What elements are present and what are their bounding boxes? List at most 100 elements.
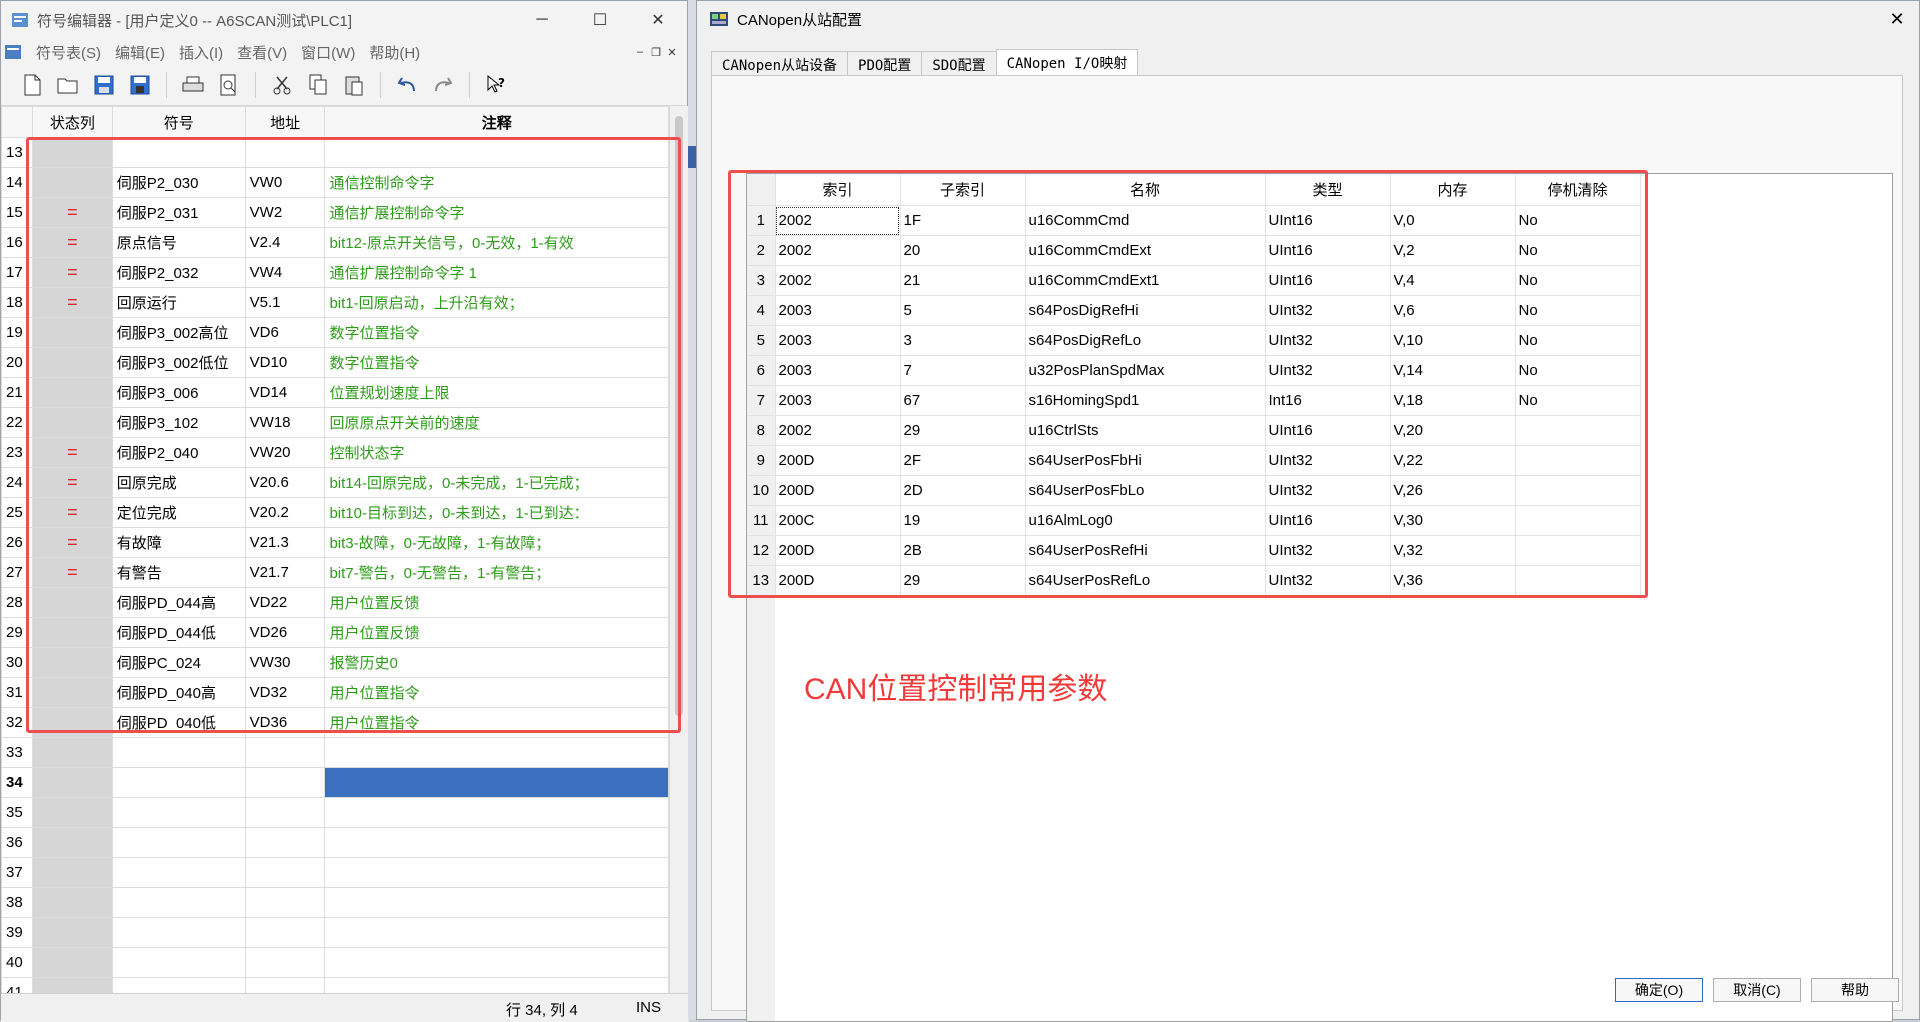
minimize-icon[interactable]: ─: [513, 1, 571, 39]
table-row[interactable]: 41: [1, 977, 669, 993]
index-cell[interactable]: 2003: [775, 325, 901, 356]
name-cell[interactable]: s64UserPosFbHi: [1025, 445, 1266, 476]
table-row[interactable]: 3 2002 21 u16CommCmdExt1 UInt16 V,4 No: [747, 265, 1641, 296]
symbol-cell[interactable]: 定位完成: [111, 497, 246, 528]
address-cell[interactable]: [244, 887, 326, 918]
memory-cell[interactable]: V,10: [1390, 325, 1516, 356]
menu-help[interactable]: 帮助(H): [362, 42, 427, 63]
status-cell[interactable]: [31, 167, 113, 198]
status-cell[interactable]: =: [31, 557, 113, 588]
cut-icon[interactable]: [269, 72, 295, 98]
memory-cell[interactable]: V,20: [1390, 415, 1516, 446]
type-cell[interactable]: UInt16: [1265, 265, 1391, 296]
print-preview-icon[interactable]: [216, 72, 242, 98]
comment-cell[interactable]: bit14-回原完成，0-未完成，1-已完成；: [324, 467, 669, 498]
table-row[interactable]: 24 = 回原完成 V20.6 bit14-回原完成，0-未完成，1-已完成；: [1, 467, 669, 498]
comment-cell[interactable]: 通信扩展控制命令字 1: [324, 257, 669, 288]
address-cell[interactable]: [244, 797, 326, 828]
type-cell[interactable]: UInt32: [1265, 565, 1391, 596]
name-cell[interactable]: u16CtrlSts: [1025, 415, 1266, 446]
address-cell[interactable]: [244, 827, 326, 858]
address-cell[interactable]: VD6: [244, 317, 326, 348]
status-cell[interactable]: [31, 587, 113, 618]
tab-canopen-io-mapping[interactable]: CANopen I/O映射: [995, 49, 1139, 76]
cancel-button[interactable]: 取消(C): [1713, 978, 1801, 1002]
status-cell[interactable]: [31, 737, 113, 768]
table-row[interactable]: 14 伺服P2_030 VW0 通信控制命令字: [1, 167, 669, 198]
index-cell[interactable]: 200D: [775, 565, 901, 596]
close-icon[interactable]: ✕: [1875, 9, 1919, 30]
subindex-cell[interactable]: 67: [900, 385, 1026, 416]
address-cell[interactable]: [244, 947, 326, 978]
symbol-cell[interactable]: 伺服PD_044高: [111, 587, 246, 618]
address-cell[interactable]: [244, 767, 326, 798]
symbol-cell[interactable]: [111, 917, 246, 948]
address-cell[interactable]: [244, 857, 326, 888]
table-row[interactable]: 40: [1, 947, 669, 978]
status-cell[interactable]: [31, 707, 113, 738]
table-row[interactable]: 32 伺服PD_040低 VD36 用户位置指令: [1, 707, 669, 738]
close-icon[interactable]: ✕: [629, 1, 687, 39]
memory-cell[interactable]: V,14: [1390, 355, 1516, 386]
symbol-cell[interactable]: 原点信号: [111, 227, 246, 258]
status-cell[interactable]: [31, 797, 113, 828]
new-file-icon[interactable]: [19, 72, 45, 98]
memory-cell[interactable]: V,32: [1390, 535, 1516, 566]
name-cell[interactable]: s16HomingSpd1: [1025, 385, 1266, 416]
address-cell[interactable]: [244, 917, 326, 948]
name-cell[interactable]: u16CommCmd: [1025, 205, 1266, 236]
comment-cell[interactable]: bit12-原点开关信号，0-无效，1-有效: [324, 227, 669, 258]
table-row[interactable]: 13: [1, 137, 669, 168]
subindex-cell[interactable]: 7: [900, 355, 1026, 386]
tab-sdo-config[interactable]: SDO配置: [921, 51, 997, 76]
type-cell[interactable]: UInt16: [1265, 505, 1391, 536]
status-cell[interactable]: =: [31, 227, 113, 258]
table-row[interactable]: 22 伺服P3_102 VW18 回原原点开关前的速度: [1, 407, 669, 438]
status-cell[interactable]: [31, 917, 113, 948]
address-cell[interactable]: VW30: [244, 647, 326, 678]
symbol-cell[interactable]: 伺服P3_006: [111, 377, 246, 408]
undo-icon[interactable]: [394, 72, 420, 98]
maximize-icon[interactable]: ☐: [571, 1, 629, 39]
address-cell[interactable]: VW4: [244, 257, 326, 288]
name-cell[interactable]: u32PosPlanSpdMax: [1025, 355, 1266, 386]
address-cell[interactable]: VW0: [244, 167, 326, 198]
symbol-cell[interactable]: [111, 737, 246, 768]
vertical-scrollbar[interactable]: [669, 106, 690, 993]
name-cell[interactable]: s64PosDigRefLo: [1025, 325, 1266, 356]
stop-clear-cell[interactable]: No: [1515, 265, 1641, 296]
save-icon[interactable]: [91, 72, 117, 98]
index-cell[interactable]: 200D: [775, 445, 901, 476]
status-cell[interactable]: =: [31, 287, 113, 318]
menu-window[interactable]: 窗口(W): [294, 42, 362, 63]
address-cell[interactable]: VW18: [244, 407, 326, 438]
comment-cell[interactable]: 控制状态字: [324, 437, 669, 468]
mdi-minimize-icon[interactable]: –: [633, 45, 647, 59]
address-cell[interactable]: VD22: [244, 587, 326, 618]
tab-canopen-slave-device[interactable]: CANopen从站设备: [711, 51, 849, 76]
symbol-cell[interactable]: [111, 887, 246, 918]
address-cell[interactable]: [244, 137, 326, 168]
symbol-cell[interactable]: [111, 797, 246, 828]
type-cell[interactable]: UInt32: [1265, 295, 1391, 326]
column-header-symbol[interactable]: 符号: [111, 106, 246, 138]
stop-clear-cell[interactable]: No: [1515, 235, 1641, 266]
subindex-cell[interactable]: 29: [900, 565, 1026, 596]
comment-cell[interactable]: 数字位置指令: [324, 347, 669, 378]
index-cell[interactable]: 2002: [775, 205, 901, 236]
stop-clear-cell[interactable]: No: [1515, 295, 1641, 326]
subindex-cell[interactable]: 5: [900, 295, 1026, 326]
comment-cell[interactable]: 用户位置反馈: [324, 617, 669, 648]
status-cell[interactable]: [31, 347, 113, 378]
table-row[interactable]: 16 = 原点信号 V2.4 bit12-原点开关信号，0-无效，1-有效: [1, 227, 669, 258]
column-header-stop-clear[interactable]: 停机清除: [1515, 174, 1641, 206]
table-row[interactable]: 25 = 定位完成 V20.2 bit10-目标到达，0-未到达，1-已到达：: [1, 497, 669, 528]
address-cell[interactable]: V2.4: [244, 227, 326, 258]
address-cell[interactable]: V21.7: [244, 557, 326, 588]
comment-cell[interactable]: 通信控制命令字: [324, 167, 669, 198]
menu-view[interactable]: 查看(V): [230, 42, 294, 63]
table-row[interactable]: 2 2002 20 u16CommCmdExt UInt16 V,2 No: [747, 235, 1641, 266]
index-cell[interactable]: 200D: [775, 475, 901, 506]
symbol-cell[interactable]: 伺服PC_024: [111, 647, 246, 678]
symbol-cell[interactable]: 伺服P3_102: [111, 407, 246, 438]
